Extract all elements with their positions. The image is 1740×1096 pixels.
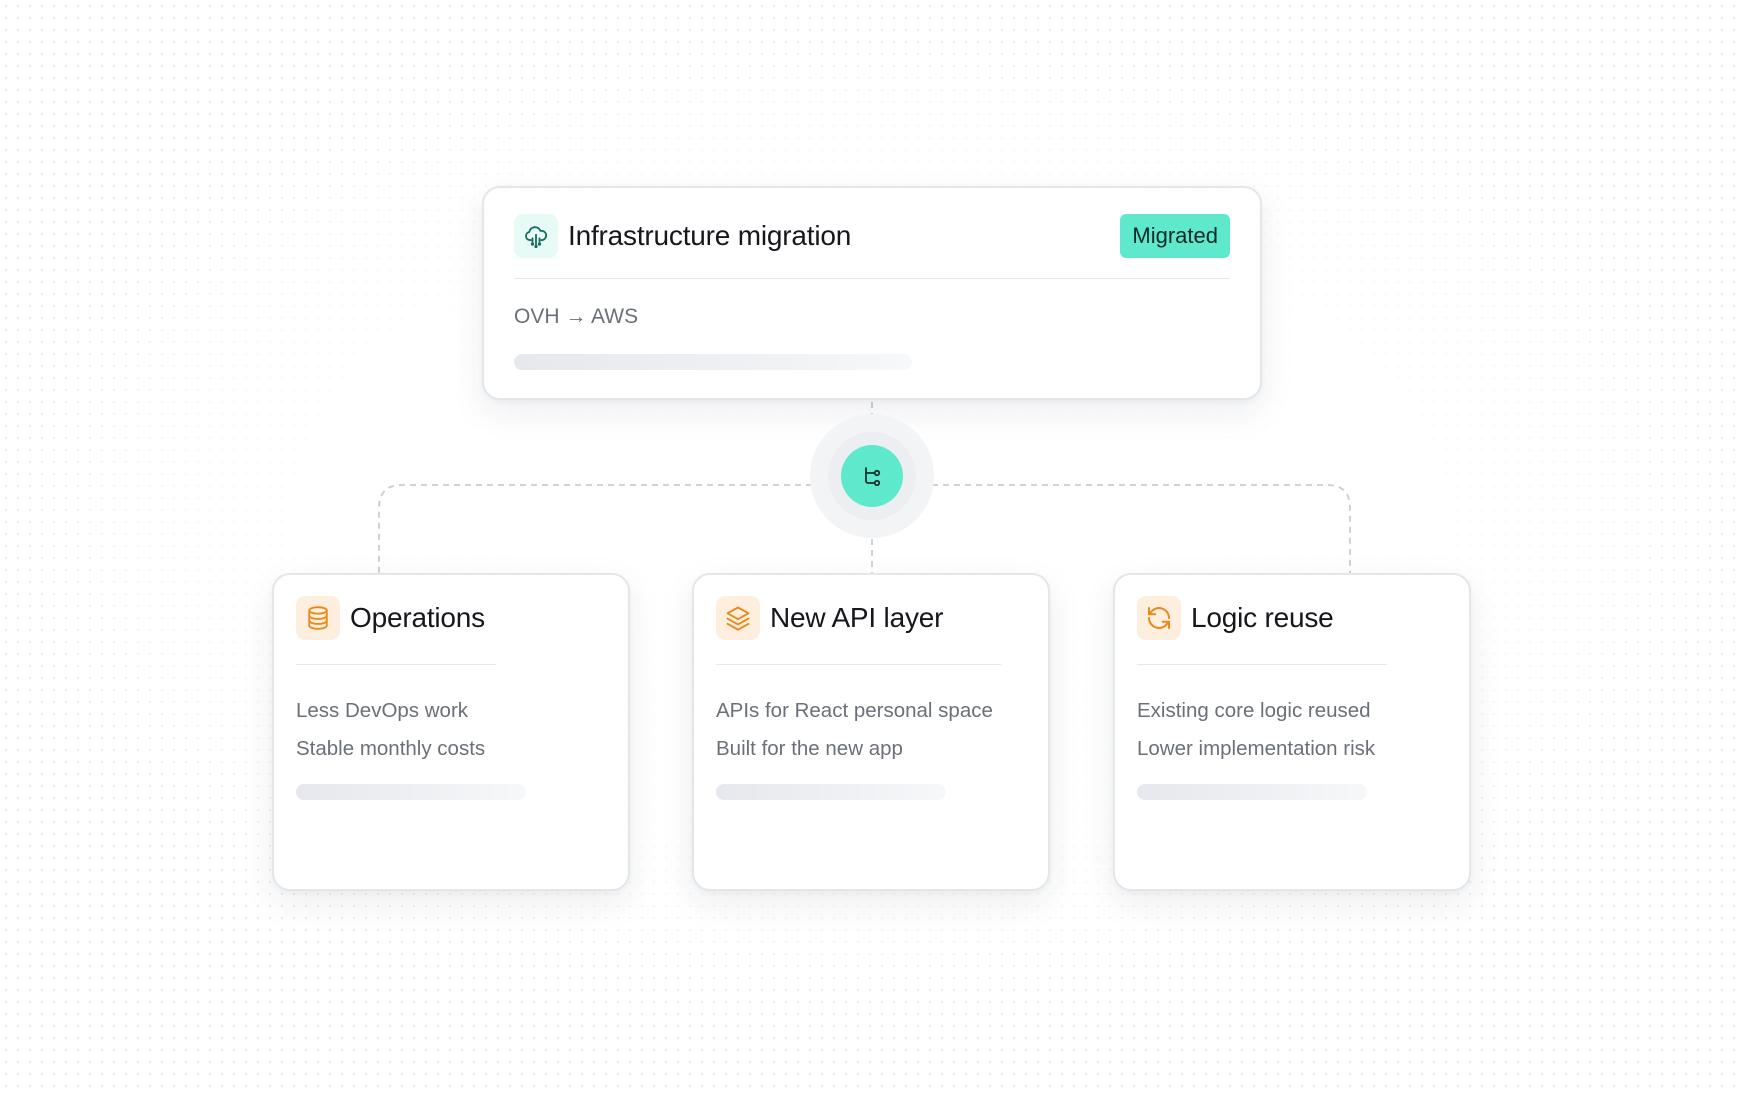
- card-title: Operations: [350, 602, 485, 633]
- connector-lines: [378, 402, 1351, 573]
- divider: [296, 664, 496, 665]
- migration-path-text: OVH → AWS: [514, 305, 639, 328]
- card-title: Infrastructure migration: [568, 220, 852, 251]
- new-api-layer-card[interactable]: New API layer APIs for React personal sp…: [692, 573, 1050, 891]
- connector-hub-to-operations: [378, 484, 812, 573]
- card-line: Existing core logic reused: [1137, 699, 1371, 722]
- card-line: APIs for React personal space: [716, 699, 993, 722]
- operations-card[interactable]: Operations Less DevOps work Stable month…: [272, 573, 630, 891]
- placeholder-bar: [716, 784, 946, 800]
- card-header: Infrastructure migration Migrated: [514, 208, 1230, 264]
- branch-icon: [865, 467, 881, 487]
- connector-hub-to-logic-reuse: [932, 484, 1351, 573]
- layers-icon: [716, 596, 760, 640]
- placeholder-bar: [514, 354, 912, 370]
- card-line: Lower implementation risk: [1137, 737, 1376, 760]
- branch-hub-button[interactable]: [841, 445, 903, 507]
- card-line: Less DevOps work: [296, 699, 469, 722]
- divider: [1137, 664, 1387, 665]
- infrastructure-migration-card[interactable]: Infrastructure migration Migrated OVH → …: [482, 186, 1262, 400]
- cloud-network-icon: [514, 214, 558, 258]
- placeholder-bar: [296, 784, 526, 800]
- card-header: Logic reuse: [1137, 595, 1447, 641]
- card-line: Stable monthly costs: [296, 737, 486, 760]
- divider: [514, 278, 1230, 279]
- card-title: Logic reuse: [1191, 602, 1334, 633]
- status-badge: Migrated: [1120, 214, 1230, 258]
- divider: [716, 664, 1001, 665]
- database-icon: [296, 596, 340, 640]
- card-header: Operations: [296, 595, 606, 641]
- card-line: Built for the new app: [716, 737, 903, 760]
- card-header: New API layer: [716, 595, 1026, 641]
- refresh-icon: [1137, 596, 1181, 640]
- logic-reuse-card[interactable]: Logic reuse Existing core logic reused L…: [1113, 573, 1471, 891]
- card-title: New API layer: [770, 602, 944, 633]
- placeholder-bar: [1137, 784, 1367, 800]
